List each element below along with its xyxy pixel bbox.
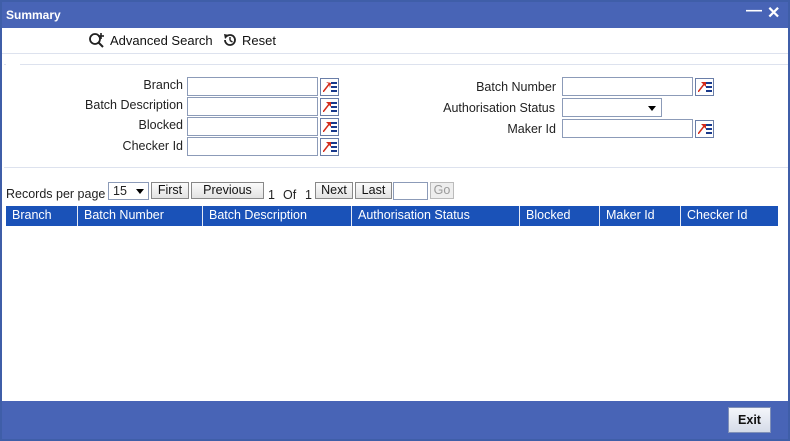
column-header-batch-number[interactable]: Batch Number	[78, 206, 203, 226]
maker-id-input[interactable]	[562, 119, 693, 138]
close-icon[interactable]: ✕	[767, 3, 780, 23]
reset-button[interactable]: Reset	[222, 32, 276, 48]
go-to-page-input[interactable]	[393, 182, 428, 200]
title-bar: Summary — ✕	[2, 2, 788, 28]
lov-arrow-icon	[323, 82, 331, 92]
column-header-branch[interactable]: Branch	[6, 206, 78, 226]
panel-tab-mark	[6, 63, 20, 65]
column-header-authorisation-status[interactable]: Authorisation Status	[352, 206, 520, 226]
search-panel: Branch Batch Description Blocked Checker…	[4, 63, 788, 168]
batch-description-label: Batch Description	[85, 98, 183, 112]
branch-label: Branch	[143, 78, 183, 92]
batch-description-lov-button[interactable]	[320, 98, 339, 116]
minimize-icon[interactable]: —	[746, 2, 762, 20]
of-label: Of	[283, 188, 297, 202]
checker-id-label: Checker Id	[122, 139, 183, 153]
maker-id-lov-button[interactable]	[695, 120, 714, 138]
lov-arrow-icon	[323, 102, 331, 112]
go-button[interactable]: Go	[430, 182, 454, 199]
authorisation-status-label: Authorisation Status	[443, 101, 555, 115]
chevron-down-icon	[136, 189, 144, 194]
advanced-search-icon	[89, 33, 104, 48]
authorisation-status-select[interactable]	[562, 98, 662, 117]
maker-id-label: Maker Id	[507, 122, 556, 136]
chevron-down-icon	[648, 106, 656, 111]
advanced-search-label: Advanced Search	[110, 32, 213, 48]
column-header-maker-id[interactable]: Maker Id	[600, 206, 681, 226]
lov-arrow-icon	[323, 122, 331, 132]
records-per-page-select[interactable]: 15	[108, 182, 149, 200]
batch-description-input[interactable]	[187, 97, 318, 116]
lov-list-icon	[331, 142, 337, 154]
lov-list-icon	[331, 122, 337, 134]
window-title: Summary	[6, 8, 61, 22]
checker-id-input[interactable]	[187, 137, 318, 156]
first-page-button[interactable]: First	[151, 182, 189, 199]
batch-number-input[interactable]	[562, 77, 693, 96]
column-header-checker-id[interactable]: Checker Id	[681, 206, 778, 226]
lov-list-icon	[331, 102, 337, 114]
advanced-search-button[interactable]: Advanced Search	[88, 32, 213, 48]
lov-arrow-icon	[698, 82, 706, 92]
blocked-lov-button[interactable]	[320, 118, 339, 136]
results-grid-header: Branch Batch Number Batch Description Au…	[6, 206, 778, 226]
records-per-page-value: 15	[113, 184, 127, 198]
footer-bar: Exit	[2, 401, 788, 439]
toolbar: Advanced Search Reset	[2, 28, 788, 54]
lov-list-icon	[706, 82, 712, 94]
lov-arrow-icon	[323, 142, 331, 152]
reset-icon	[224, 34, 236, 46]
blocked-input[interactable]	[187, 117, 318, 136]
column-header-blocked[interactable]: Blocked	[520, 206, 600, 226]
current-page: 1	[268, 188, 275, 202]
blocked-label: Blocked	[138, 118, 183, 132]
checker-id-lov-button[interactable]	[320, 138, 339, 156]
records-per-page-label: Records per page	[6, 187, 106, 201]
pagination-bar: Records per page 15 First Previous 1 Of …	[2, 182, 788, 204]
summary-window: Summary — ✕ Advanced Search Reset Branch…	[0, 0, 790, 441]
branch-lov-button[interactable]	[320, 78, 339, 96]
lov-list-icon	[331, 82, 337, 94]
batch-number-lov-button[interactable]	[695, 78, 714, 96]
lov-list-icon	[706, 124, 712, 136]
last-page-button[interactable]: Last	[355, 182, 392, 199]
exit-button[interactable]: Exit	[728, 407, 771, 433]
column-header-batch-description[interactable]: Batch Description	[203, 206, 352, 226]
reset-label: Reset	[242, 32, 276, 48]
total-pages: 1	[305, 188, 312, 202]
lov-arrow-icon	[698, 124, 706, 134]
branch-input[interactable]	[187, 77, 318, 96]
previous-page-button[interactable]: Previous	[191, 182, 264, 199]
next-page-button[interactable]: Next	[315, 182, 353, 199]
batch-number-label: Batch Number	[476, 80, 556, 94]
